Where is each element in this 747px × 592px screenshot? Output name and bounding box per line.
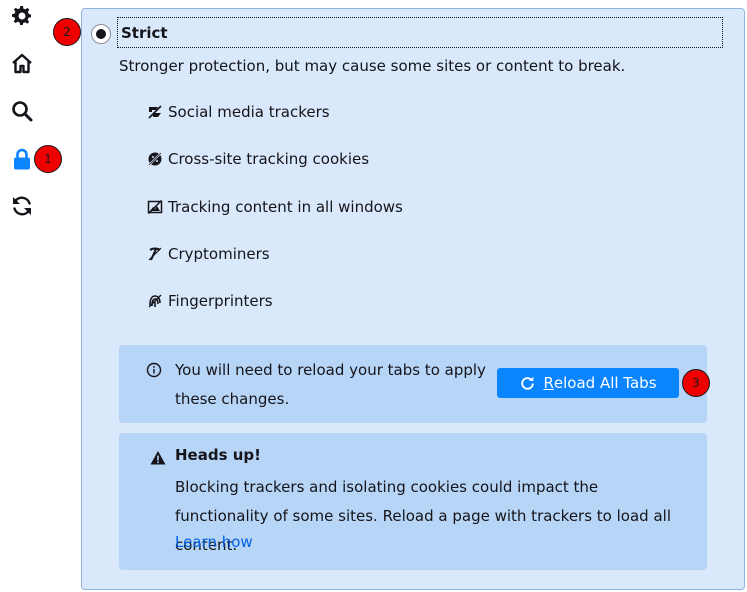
feature-cryptominers: Cryptominers (146, 245, 270, 263)
feature-label: Cryptominers (168, 245, 270, 263)
home-icon[interactable] (9, 51, 35, 77)
annotation-badge: 1 (34, 145, 62, 173)
feature-social-media-trackers: Social media trackers (146, 103, 330, 121)
reload-message: You will need to reload your tabs to app… (175, 361, 486, 408)
strict-radio[interactable] (91, 24, 111, 44)
annotation-badge: 2 (53, 18, 81, 46)
feature-tracking-content: Tracking content in all windows (146, 198, 403, 216)
cryptominer-icon (146, 245, 164, 263)
fingerprinter-icon (146, 292, 164, 310)
learn-how-link[interactable]: Learn how (175, 533, 253, 551)
warning-title: Heads up! (175, 446, 261, 464)
radio-selected-dot (96, 29, 106, 39)
reload-button-accesskey: R (543, 374, 554, 392)
sidebar (0, 0, 48, 592)
reload-icon (521, 376, 535, 390)
feature-label: Fingerprinters (168, 292, 273, 310)
search-icon[interactable] (9, 98, 35, 124)
sync-icon[interactable] (9, 193, 35, 219)
reload-button-label: eload All Tabs (553, 374, 657, 392)
reload-all-tabs-button[interactable]: Reload All Tabs (497, 368, 679, 398)
heads-up-warning: Heads up! Blocking trackers and isolatin… (119, 433, 707, 570)
gear-icon[interactable] (9, 3, 35, 29)
annotation-badge: 3 (682, 369, 710, 397)
strict-label[interactable]: Strict (117, 17, 723, 48)
strict-description: Stronger protection, but may cause some … (119, 57, 626, 75)
feature-label: Cross-site tracking cookies (168, 150, 370, 168)
feature-fingerprinters: Fingerprinters (146, 292, 273, 310)
social-tracker-icon (146, 103, 164, 121)
feature-cross-site-cookies: Cross-site tracking cookies (146, 150, 369, 168)
warning-icon (150, 451, 166, 465)
lock-icon[interactable] (9, 146, 35, 172)
feature-label: Tracking content in all windows (168, 198, 403, 216)
info-icon (146, 362, 162, 378)
reload-notice: You will need to reload your tabs to app… (119, 345, 707, 423)
tracking-content-icon (146, 198, 164, 216)
cookie-icon (146, 150, 164, 168)
feature-label: Social media trackers (168, 103, 330, 121)
